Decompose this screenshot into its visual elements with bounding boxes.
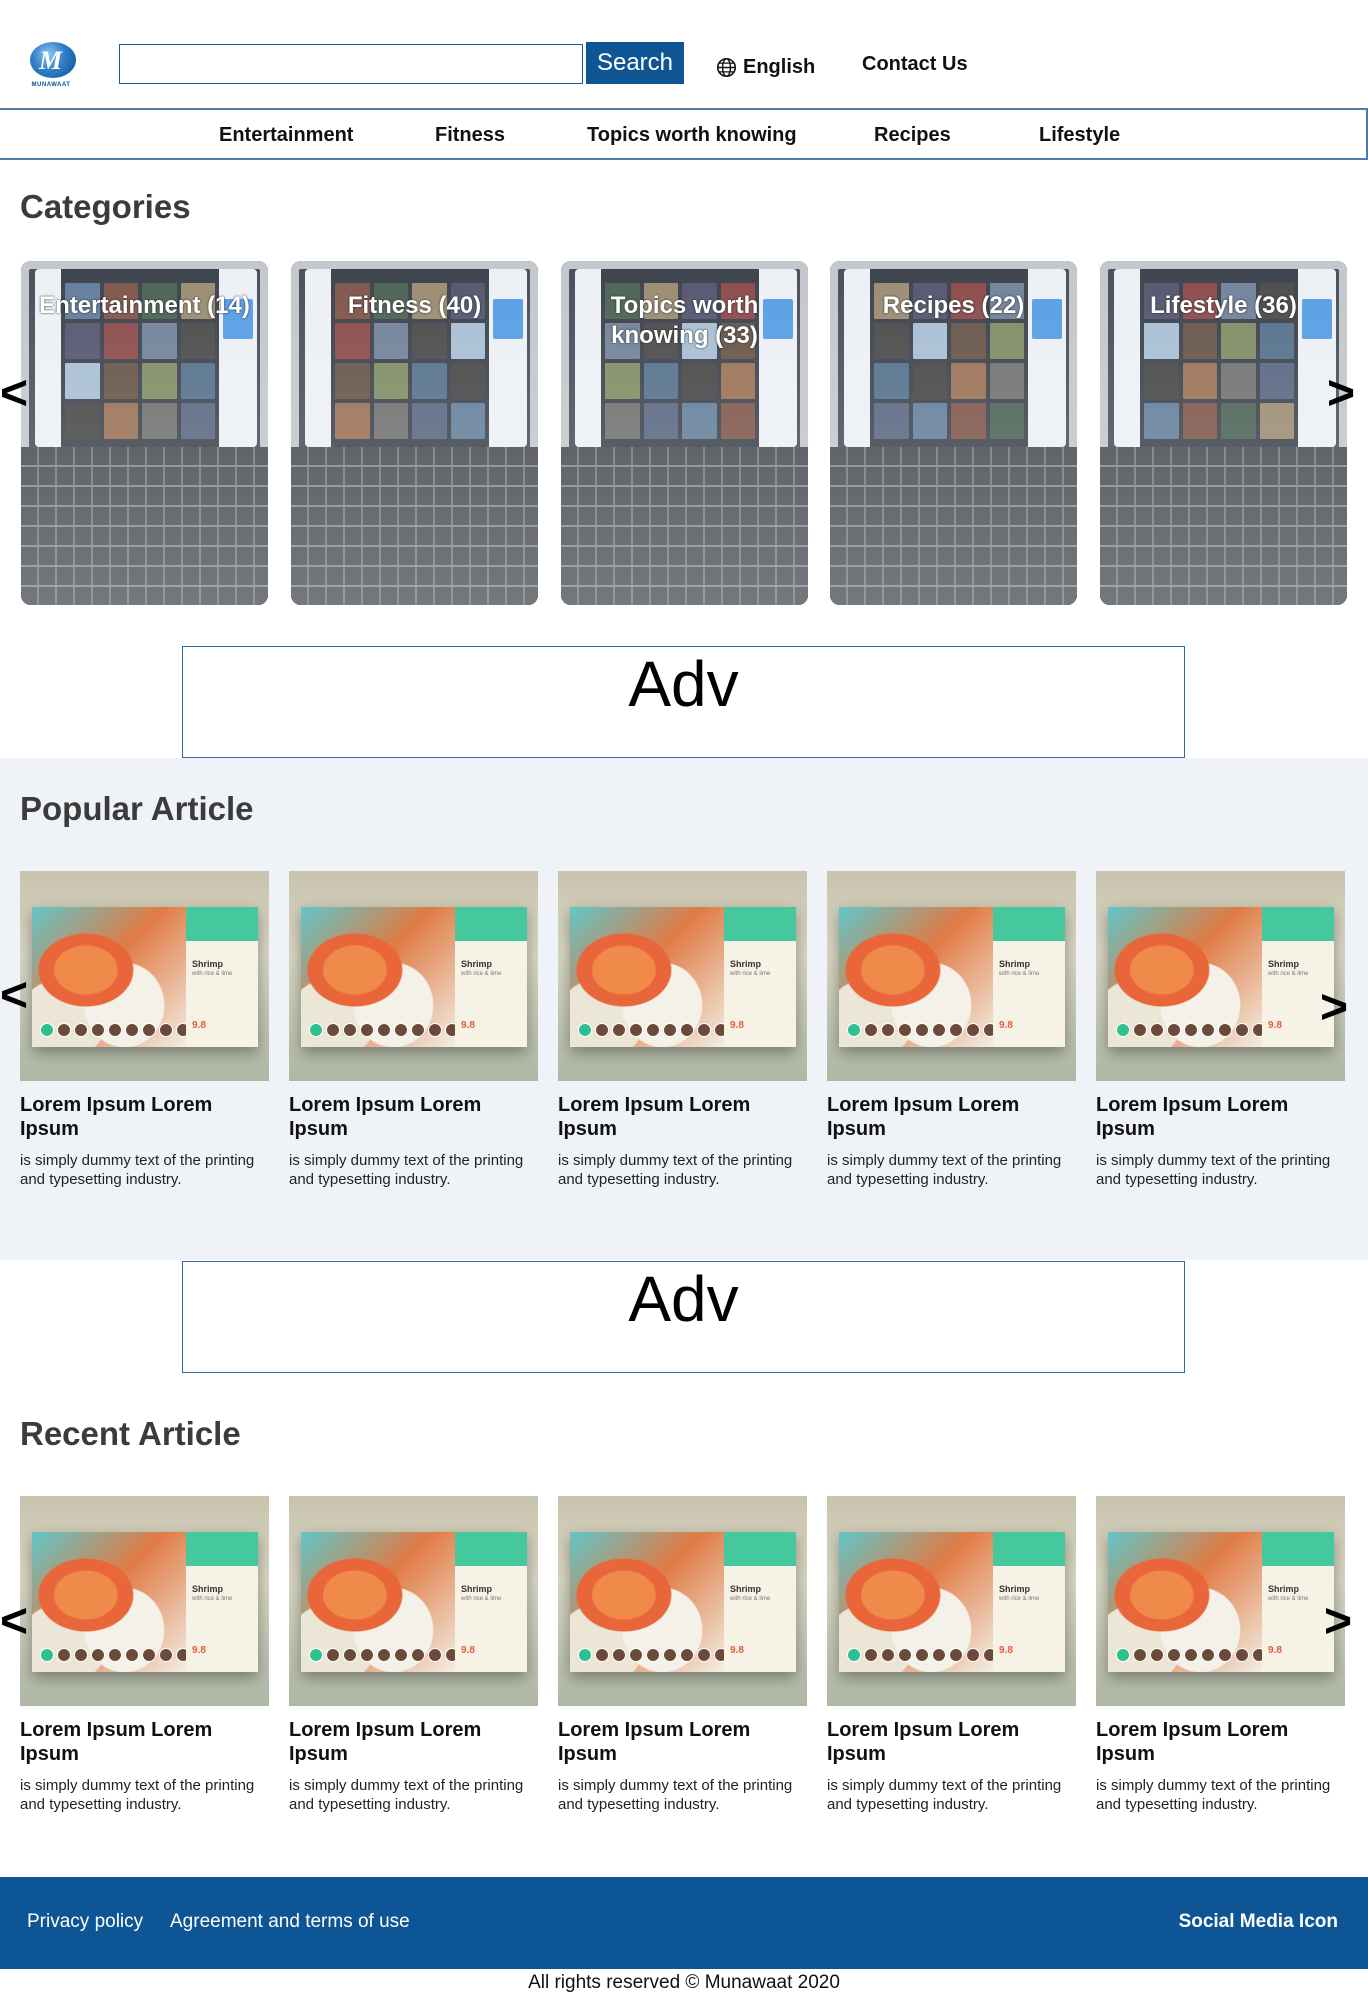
article-card[interactable]: Shrimp with rice & lime 9.8 Lorem Ipsum Lor… [1096, 1496, 1345, 1814]
article-description: is simply dummy text of the printing and… [558, 1152, 793, 1188]
category-label: Fitness (40) [347, 292, 482, 319]
article-thumbnail: Shrimp with rice & lime 9.8 [20, 871, 269, 1081]
article-card[interactable]: Shrimp with rice & lime 9.8 Lorem Ipsum Lor… [558, 871, 807, 1189]
article-card[interactable]: Shrimp with rice & lime 9.8 Lorem Ipsum Lor… [289, 871, 538, 1189]
article-card[interactable]: Shrimp with rice & lime 9.8 Lorem Ipsum Lor… [20, 1496, 269, 1814]
article-title[interactable]: Lorem Ipsum Lorem Ipsum [1096, 1093, 1345, 1141]
language-selector[interactable]: English [716, 53, 815, 81]
social-media-icons[interactable]: Social Media Icon [1179, 1911, 1338, 1933]
article-title[interactable]: Lorem Ipsum Lorem Ipsum [20, 1718, 269, 1766]
article-description: is simply dummy text of the printing and… [558, 1777, 793, 1813]
recent-title: Recent Article [20, 1415, 241, 1452]
advertisement-banner[interactable]: Adv [182, 1261, 1185, 1373]
article-card[interactable]: Shrimp with rice & lime 9.8 Lorem Ipsum Lor… [20, 871, 269, 1189]
article-thumbnail: Shrimp with rice & lime 9.8 [20, 1496, 269, 1706]
article-thumbnail: Shrimp with rice & lime 9.8 [1096, 871, 1345, 1081]
article-title[interactable]: Lorem Ipsum Lorem Ipsum [289, 1093, 538, 1141]
category-card[interactable]: Entertainment (14) [21, 261, 268, 605]
nav-item-recipes[interactable]: Recipes [874, 124, 951, 147]
site-header: M MUNAWAAT Search English Contact Us [0, 0, 1368, 108]
article-thumbnail: Shrimp with rice & lime 9.8 [827, 871, 1076, 1081]
popular-title: Popular Article [20, 790, 254, 827]
article-description: is simply dummy text of the printing and… [1096, 1777, 1331, 1813]
privacy-policy-link[interactable]: Privacy policy [27, 1911, 143, 1933]
site-footer: Privacy policy Agreement and terms of us… [0, 1877, 1368, 1969]
advertisement-banner[interactable]: Adv [182, 646, 1185, 758]
nav-item-lifestyle[interactable]: Lifestyle [1039, 124, 1120, 147]
article-description: is simply dummy text of the printing and… [20, 1152, 255, 1188]
article-thumbnail: Shrimp with rice & lime 9.8 [289, 871, 538, 1081]
article-title[interactable]: Lorem Ipsum Lorem Ipsum [558, 1093, 807, 1141]
article-thumbnail: Shrimp with rice & lime 9.8 [558, 871, 807, 1081]
logo-mark-icon: M [30, 42, 76, 78]
category-label: Topics worth knowing (33) [610, 292, 759, 349]
categories-next-arrow[interactable]: > [1327, 370, 1355, 418]
munawaat-logo[interactable]: M MUNAWAAT [26, 40, 76, 92]
article-title[interactable]: Lorem Ipsum Lorem Ipsum [827, 1093, 1076, 1141]
article-title[interactable]: Lorem Ipsum Lorem Ipsum [1096, 1718, 1345, 1766]
article-description: is simply dummy text of the printing and… [827, 1777, 1062, 1813]
article-description: is simply dummy text of the printing and… [1096, 1152, 1331, 1188]
terms-link[interactable]: Agreement and terms of use [170, 1911, 410, 1933]
category-label: Recipes (22) [882, 292, 1025, 319]
article-title[interactable]: Lorem Ipsum Lorem Ipsum [289, 1718, 538, 1766]
category-card[interactable]: Topics worth knowing (33) [561, 261, 808, 605]
article-thumbnail: Shrimp with rice & lime 9.8 [558, 1496, 807, 1706]
nav-item-entertainment[interactable]: Entertainment [219, 124, 353, 147]
logo-wordmark: MUNAWAAT [31, 82, 71, 88]
globe-icon [716, 57, 737, 77]
language-label: English [743, 55, 816, 78]
article-description: is simply dummy text of the printing and… [20, 1777, 255, 1813]
nav-item-fitness[interactable]: Fitness [435, 124, 505, 147]
article-title[interactable]: Lorem Ipsum Lorem Ipsum [20, 1093, 269, 1141]
nav-item-topics[interactable]: Topics worth knowing [587, 124, 797, 147]
categories-prev-arrow[interactable]: < [0, 370, 28, 418]
category-label: Lifestyle (36) [1150, 292, 1297, 319]
search-button[interactable]: Search [586, 42, 684, 84]
article-thumbnail: Shrimp with rice & lime 9.8 [827, 1496, 1076, 1706]
category-card[interactable]: Fitness (40) [291, 261, 538, 605]
article-card[interactable]: Shrimp with rice & lime 9.8 Lorem Ipsum Lor… [558, 1496, 807, 1814]
category-card[interactable]: Lifestyle (36) [1100, 261, 1347, 605]
article-thumbnail: Shrimp with rice & lime 9.8 [289, 1496, 538, 1706]
category-card[interactable]: Recipes (22) [830, 261, 1077, 605]
copyright-text: All rights reserved © Munawaat 2020 [528, 1972, 840, 1993]
article-card[interactable]: Shrimp with rice & lime 9.8 Lorem Ipsum Lor… [827, 871, 1076, 1189]
popular-next-arrow[interactable]: > [1320, 984, 1348, 1032]
recent-next-arrow[interactable]: > [1324, 1598, 1352, 1646]
article-thumbnail: Shrimp with rice & lime 9.8 [1096, 1496, 1345, 1706]
article-description: is simply dummy text of the printing and… [289, 1152, 524, 1188]
article-card[interactable]: Shrimp with rice & lime 9.8 Lorem Ipsum Lor… [827, 1496, 1076, 1814]
search-input[interactable] [119, 44, 583, 84]
popular-prev-arrow[interactable]: < [0, 972, 28, 1020]
article-description: is simply dummy text of the printing and… [827, 1152, 1062, 1188]
article-description: is simply dummy text of the printing and… [289, 1777, 524, 1813]
recent-prev-arrow[interactable]: < [0, 1598, 28, 1646]
category-label: Entertainment (14) [39, 292, 250, 319]
article-card[interactable]: Shrimp with rice & lime 9.8 Lorem Ipsum Lor… [289, 1496, 538, 1814]
categories-title: Categories [20, 188, 191, 225]
article-title[interactable]: Lorem Ipsum Lorem Ipsum [558, 1718, 807, 1766]
main-nav: Entertainment Fitness Topics worth knowi… [0, 108, 1368, 160]
article-title[interactable]: Lorem Ipsum Lorem Ipsum [827, 1718, 1076, 1766]
article-card[interactable]: Shrimp with rice & lime 9.8 Lorem Ipsum Lor… [1096, 871, 1345, 1189]
contact-us-link[interactable]: Contact Us [862, 53, 968, 76]
